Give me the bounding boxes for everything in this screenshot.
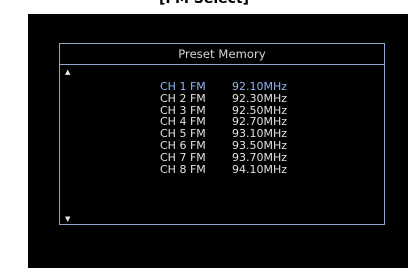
- scroll-down-icon[interactable]: ▼: [65, 215, 70, 223]
- preset-memory-panel: Preset Memory ▲ CH 1 FM 92.10MHz CH 2 FM…: [59, 43, 385, 225]
- preset-frequency: 93.50MHz: [232, 138, 288, 152]
- screen-caption: [FM Select]: [0, 0, 408, 9]
- preset-frequency: 92.30MHz: [232, 91, 288, 105]
- osd-screen: Preset Memory ▲ CH 1 FM 92.10MHz CH 2 FM…: [28, 14, 408, 268]
- preset-frequency: 93.70MHz: [232, 150, 288, 164]
- preset-row[interactable]: CH 2 FM 92.30MHz: [160, 91, 312, 105]
- preset-row[interactable]: CH 8 FM 94.10MHz: [160, 162, 312, 176]
- preset-channel: CH 6 FM: [160, 138, 206, 152]
- preset-channel: CH 2 FM: [160, 91, 206, 105]
- preset-frequency: 94.10MHz: [232, 162, 288, 176]
- preset-list: CH 1 FM 92.10MHz CH 2 FM 92.30MHz CH 3 F…: [160, 81, 312, 175]
- preset-row[interactable]: CH 6 FM 93.50MHz: [160, 140, 312, 152]
- scroll-up-icon[interactable]: ▲: [65, 68, 70, 76]
- panel-title: Preset Memory: [60, 44, 384, 65]
- preset-channel: CH 8 FM: [160, 162, 206, 176]
- preset-channel: CH 7 FM: [160, 150, 206, 164]
- preset-row[interactable]: CH 7 FM 93.70MHz: [160, 150, 312, 164]
